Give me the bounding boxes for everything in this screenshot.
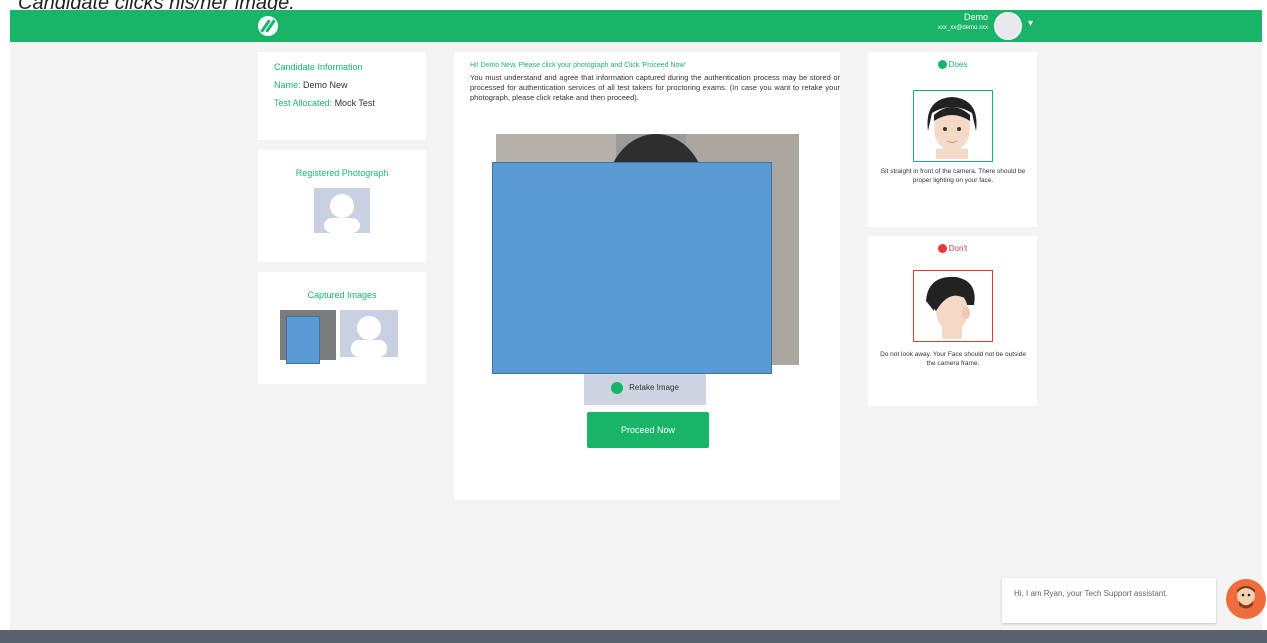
captured-images-card: Captured Images: [258, 272, 426, 384]
avatar[interactable]: [994, 12, 1022, 40]
captured-image-placeholder-icon: [340, 310, 398, 357]
dont-example-face: [913, 270, 993, 342]
chevron-down-icon[interactable]: ▾: [1028, 18, 1033, 29]
user-name: Demo: [963, 12, 988, 22]
retake-image-button[interactable]: Retake Image: [584, 370, 706, 405]
user-email: xxx_xx@demo.xxx: [937, 25, 988, 31]
redaction-overlay: [492, 162, 772, 374]
dont-guideline-card: Don't Do not look away. Your Face should…: [868, 236, 1037, 406]
captured-images-title: Captured Images: [307, 290, 377, 300]
dont-note: Do not look away. Your Face should not b…: [880, 351, 1026, 367]
do-note: Sit straight in front of the camera. The…: [880, 168, 1026, 184]
candidate-info-card: Candidate Information Name: Demo New Tes…: [258, 52, 426, 140]
close-circle-icon: [937, 244, 947, 254]
dont-heading: Don't: [868, 244, 1037, 254]
check-circle-icon: [937, 60, 947, 70]
refresh-icon: [611, 381, 624, 394]
user-info: Demo xxx_xx@demo.xxx: [908, 12, 988, 34]
captured-image-thumbnail[interactable]: [280, 310, 336, 364]
top-navbar: Demo xxx_xx@demo.xxx ▾: [10, 10, 1262, 42]
os-taskbar: [0, 630, 1267, 643]
test-label: Test Allocated:: [274, 98, 333, 108]
registered-photo-placeholder-icon: [314, 188, 370, 233]
registered-photo-title: Registered Photograph: [295, 168, 389, 178]
candidate-info-title: Candidate Information: [274, 62, 363, 72]
do-example-face: [913, 90, 993, 162]
instruction-title: Hi! Demo New, Please click your photogra…: [470, 62, 686, 69]
name-label: Name:: [274, 80, 301, 90]
do-heading: Does: [868, 60, 1037, 70]
proceed-now-button[interactable]: Proceed Now: [587, 412, 709, 448]
consent-text: You must understand and agree that infor…: [470, 73, 840, 102]
registered-photo-card: Registered Photograph: [258, 150, 426, 262]
tech-support-chat-bubble[interactable]: Hi, I am Ryan, your Tech Support assista…: [1002, 578, 1216, 623]
brand-logo-icon[interactable]: [258, 16, 278, 36]
name-value: Demo New: [303, 80, 348, 90]
support-bot-avatar-icon[interactable]: [1226, 579, 1266, 619]
do-guideline-card: Does Sit straight in front of the camera…: [868, 52, 1037, 227]
test-value: Mock Test: [334, 98, 375, 108]
retake-image-label: Retake Image: [629, 383, 679, 392]
